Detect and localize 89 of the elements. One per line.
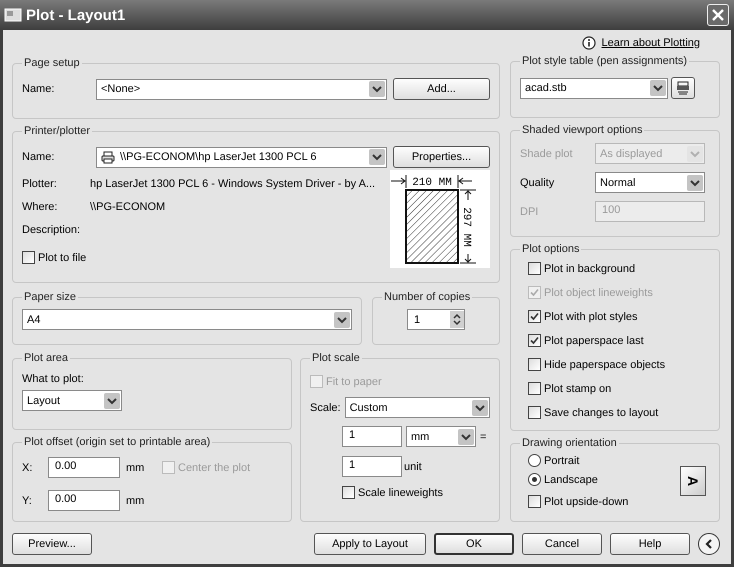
- detail-value: \\PG-ECONOM: [90, 201, 166, 213]
- checkbox[interactable]: [528, 262, 541, 275]
- dialog-button[interactable]: Apply to Layout: [314, 533, 426, 555]
- printer-edit-icon: [676, 81, 690, 95]
- paper-size-dropdown[interactable]: A4: [22, 309, 352, 330]
- checkbox[interactable]: [528, 310, 541, 323]
- group-title: Number of copies: [383, 291, 472, 303]
- detail-value: hp LaserJet 1300 PCL 6 - Windows System Driver - by A...: [90, 178, 376, 190]
- page-setup-dropdown[interactable]: <None>: [96, 78, 387, 100]
- window-title: Plot - Layout1: [26, 6, 126, 24]
- dialog-button[interactable]: Cancel: [522, 533, 602, 555]
- group-title: Paper size: [23, 291, 77, 303]
- height-dimension-label: 297 MM: [460, 207, 472, 247]
- plot-style-dropdown[interactable]: acad.stb: [520, 78, 668, 98]
- option-dropdown[interactable]: Normal: [595, 172, 705, 193]
- group-title: Plot options: [521, 243, 580, 255]
- info-icon: [582, 36, 596, 50]
- checkbox-label: Plot stamp on: [544, 382, 612, 394]
- checkbox-label: Plot object lineweights: [544, 286, 653, 298]
- option-label: Shade plot: [520, 148, 574, 160]
- group-title: Printer/plotter: [23, 125, 92, 137]
- radio-label: Landscape: [544, 474, 598, 486]
- scale-label: Scale:: [310, 402, 341, 414]
- landscape-page-icon: A: [680, 466, 706, 496]
- unit-label: mm: [126, 462, 146, 474]
- add-button[interactable]: Add...: [393, 78, 490, 100]
- option-label: DPI: [520, 206, 540, 218]
- app-icon: [4, 7, 22, 23]
- edit-plot-style-button[interactable]: [671, 77, 695, 99]
- checkbox-label: Plot upside-down: [544, 496, 628, 508]
- y-offset-field[interactable]: 0.00: [48, 490, 120, 511]
- printer-dropdown[interactable]: \\PG-ECONOM\hp LaserJet 1300 PCL 6: [96, 146, 387, 168]
- printer-icon: [101, 150, 115, 164]
- drawing-units-field[interactable]: 1: [342, 456, 402, 477]
- name-label: Name:: [22, 151, 56, 163]
- width-dimension-label: 210 MM: [412, 177, 452, 189]
- group-title: Plot offset (origin set to printable area): [23, 436, 212, 448]
- radio-button[interactable]: [528, 473, 541, 486]
- x-offset-field[interactable]: 0.00: [48, 457, 120, 478]
- learn-about-plotting-link[interactable]: Learn about Plotting: [602, 37, 700, 49]
- checkbox-label: Plot paperspace last: [544, 334, 644, 346]
- checkbox-label: Plot with plot styles: [544, 310, 638, 322]
- dialog-button[interactable]: Preview...: [12, 533, 92, 555]
- checkbox[interactable]: [528, 358, 541, 371]
- radio-button[interactable]: [528, 454, 541, 467]
- collapse-button[interactable]: [698, 533, 720, 555]
- checkbox-label: Plot to file: [38, 252, 86, 264]
- detail-label: Description:: [22, 224, 82, 236]
- checkbox-label: Center the plot: [178, 462, 250, 474]
- option-label: Quality: [520, 176, 556, 188]
- dialog-button[interactable]: OK: [434, 533, 514, 555]
- checkbox[interactable]: [528, 334, 541, 347]
- unit-label: unit: [404, 460, 422, 472]
- chevron-left-icon: [704, 539, 714, 549]
- y-label: Y:: [22, 494, 33, 506]
- group-title: Plot area: [23, 352, 70, 364]
- close-button[interactable]: [707, 4, 729, 26]
- spin-arrows-icon: [450, 311, 464, 328]
- checkbox[interactable]: [22, 251, 35, 264]
- checkbox-label: Scale lineweights: [358, 486, 443, 498]
- equals-sign: =: [480, 430, 486, 442]
- x-label: X:: [22, 462, 34, 474]
- group-title: Shaded viewport options: [521, 124, 644, 136]
- checkbox[interactable]: [528, 495, 541, 508]
- scale-dropdown[interactable]: Custom: [344, 397, 490, 418]
- name-label: Name:: [22, 83, 56, 95]
- detail-label: Where:: [22, 201, 58, 213]
- properties-button[interactable]: Properties...: [393, 146, 490, 168]
- group-title: Plot scale: [311, 352, 361, 364]
- detail-label: Plotter:: [22, 178, 58, 190]
- group-title: Drawing orientation: [521, 437, 618, 449]
- what-to-plot-label: What to plot:: [22, 373, 85, 385]
- what-to-plot-dropdown[interactable]: Layout: [22, 390, 122, 411]
- paper-units-field[interactable]: 1: [342, 426, 402, 447]
- copies-spinner[interactable]: 1: [407, 309, 465, 330]
- checkbox-label: Plot in background: [544, 262, 636, 274]
- unit-label: mm: [126, 494, 146, 506]
- group-title: Page setup: [23, 57, 81, 69]
- units-dropdown[interactable]: mm: [406, 426, 476, 447]
- checkbox[interactable]: [342, 486, 355, 499]
- checkbox-label: Save changes to layout: [544, 406, 658, 418]
- group-title: Plot style table (pen assignments): [521, 55, 688, 67]
- radio-label: Portrait: [544, 454, 580, 466]
- checkbox[interactable]: [528, 382, 541, 395]
- checkbox-label: Fit to paper: [326, 376, 382, 388]
- checkbox-label: Hide paperspace objects: [544, 358, 666, 370]
- dialog-button[interactable]: Help: [610, 533, 690, 555]
- checkbox[interactable]: [528, 406, 541, 419]
- close-icon: [712, 9, 724, 21]
